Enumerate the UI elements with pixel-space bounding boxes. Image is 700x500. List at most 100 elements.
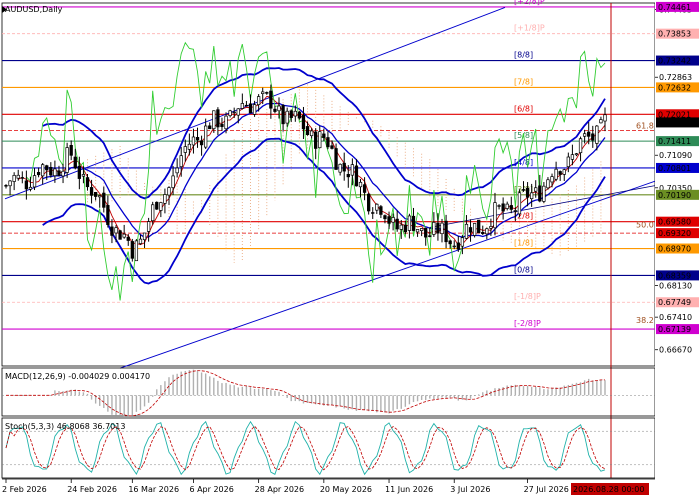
candle-body [183, 146, 187, 153]
murrey-label: [0/8] [514, 265, 533, 274]
candle-body [204, 125, 208, 148]
candle-body [297, 111, 302, 119]
candle-body [45, 165, 49, 171]
candle[interactable] [118, 229, 122, 240]
candle-body [224, 115, 228, 130]
price-tick-label: 0.71090 [659, 151, 692, 160]
candle-body [244, 104, 249, 107]
candle-body [367, 193, 371, 212]
candle[interactable] [517, 189, 522, 218]
candle-body [460, 237, 465, 247]
candle-body [85, 177, 90, 188]
candle-body [387, 216, 391, 224]
murrey-label: [1/8] [514, 239, 533, 248]
candle[interactable] [130, 238, 134, 262]
candle[interactable] [297, 111, 302, 120]
price-tag-label: 0.74461 [658, 3, 691, 12]
price-tag-label: 0.69320 [658, 229, 691, 238]
candle[interactable] [134, 239, 139, 262]
candle-body [159, 202, 163, 211]
date-tick-label: 20 May 2026 [320, 485, 372, 494]
candle-body [501, 203, 505, 212]
candle-body [36, 172, 41, 176]
candle-body [130, 241, 134, 259]
candle-body [236, 108, 240, 116]
murrey-label: [-1/8]P [514, 292, 541, 301]
price-tag-label: 0.70801 [658, 164, 691, 173]
candle[interactable] [155, 201, 159, 210]
candle-body [464, 223, 469, 239]
price-tick-label: 0.67410 [659, 313, 692, 322]
candle-body [281, 105, 285, 125]
candle-body [118, 230, 122, 240]
candle-body [354, 165, 359, 187]
murrey-label: [+2/8]P [514, 0, 545, 6]
candle-body [126, 236, 130, 241]
candle-body [509, 205, 513, 210]
candle-body [489, 226, 493, 229]
candle-body [574, 153, 579, 156]
candle-body [534, 187, 538, 192]
candle-body [57, 170, 61, 176]
candle-body [142, 232, 147, 241]
candle-body [562, 169, 566, 175]
price-tag-label: 0.73242 [658, 57, 691, 66]
candle-body [513, 210, 518, 212]
candle-body [428, 235, 432, 237]
candle-body [285, 110, 289, 124]
price-tag-label: 0.71836 [658, 118, 691, 127]
chart-window[interactable]: [+2/8]P[+1/8]P[8/8][7/8][6/8][5/8][4/8][… [0, 0, 700, 500]
candle-body [261, 91, 265, 94]
price-tag-label: 0.71411 [658, 137, 691, 146]
candle-body [256, 96, 261, 106]
candle-body [538, 185, 542, 202]
candle-body [20, 177, 24, 179]
price-tick-label: 0.68130 [659, 281, 692, 290]
candle-body [411, 215, 416, 231]
candle-body [265, 92, 269, 94]
candle-body [155, 201, 159, 210]
candle-body [318, 131, 322, 149]
candle[interactable] [65, 142, 69, 178]
candle-body [358, 181, 363, 188]
candle-body [334, 148, 338, 170]
candle-body [269, 90, 273, 109]
date-tick-label: 6 Apr 2026 [189, 485, 233, 494]
candle-body [41, 164, 45, 177]
candle-body [419, 228, 424, 231]
price-tag-label: 0.67749 [658, 298, 691, 307]
candle-body [73, 156, 77, 169]
date-tick-label: 11 Jun 2026 [385, 485, 433, 494]
candle-body [106, 205, 110, 225]
candle-body [293, 110, 297, 117]
candle-body [346, 174, 350, 178]
candle-body [570, 154, 575, 160]
date-tick-label: 28 Apr 2026 [255, 485, 304, 494]
candle-body [93, 192, 98, 197]
candle[interactable] [367, 192, 371, 215]
candle-body [550, 176, 554, 183]
candle-body [146, 221, 151, 232]
stoch-label: Stoch(5,3,3) 46.8068 36.7013 [5, 422, 125, 431]
candle-body [248, 103, 253, 114]
price-axis: 0.744030.728630.710900.703500.681300.674… [655, 0, 700, 500]
date-tick-label: 24 Feb 2026 [67, 485, 117, 494]
candle-body [595, 125, 599, 144]
candle-body [81, 174, 86, 177]
price-tag-label: 0.72632 [658, 83, 691, 92]
candle-body [220, 123, 224, 127]
candle-body [277, 105, 281, 112]
candle-body [481, 231, 485, 235]
price-tag-label: 0.70190 [658, 191, 691, 200]
candle-body [322, 133, 326, 139]
candle-body [542, 185, 546, 202]
candle-body [395, 218, 399, 230]
murrey-label: [2/8] [514, 212, 533, 221]
candle-body [391, 217, 395, 223]
candle[interactable] [472, 223, 477, 238]
candle-body [338, 163, 342, 173]
fib-label: 50.0 [636, 221, 654, 230]
candle[interactable] [477, 219, 481, 234]
candle-body [591, 133, 595, 141]
candle-body [199, 140, 204, 146]
